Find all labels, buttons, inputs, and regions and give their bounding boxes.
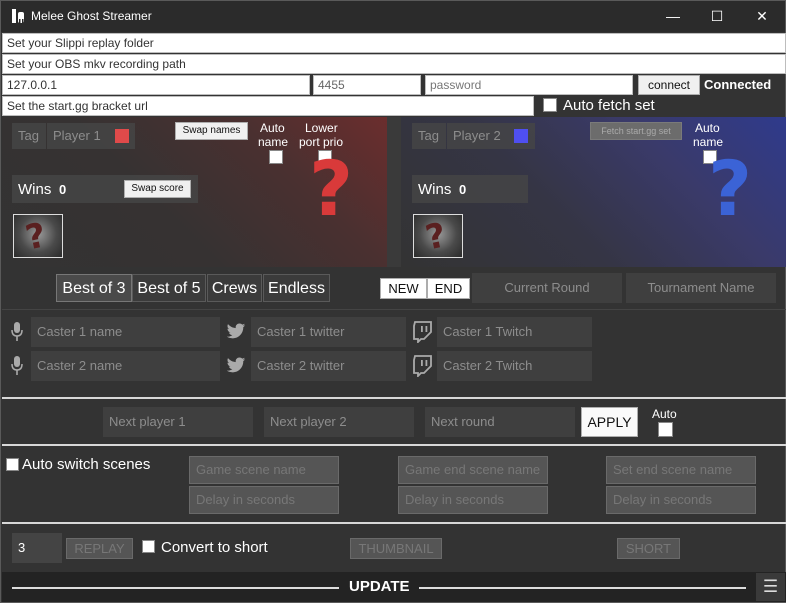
- caster1-twitch-input[interactable]: Caster 1 Twitch: [437, 317, 592, 347]
- window-title: Melee Ghost Streamer: [31, 9, 152, 23]
- tab-endless[interactable]: Endless: [263, 274, 330, 302]
- caster1-name-input[interactable]: Caster 1 name: [31, 317, 220, 347]
- tournament-name-input[interactable]: Tournament Name: [626, 273, 776, 303]
- password-input[interactable]: password: [425, 75, 633, 95]
- section-separator: [2, 397, 786, 399]
- next-round-input[interactable]: Next round: [425, 407, 575, 437]
- microphone-icon: [11, 322, 23, 341]
- game-end-delay-input[interactable]: Delay in seconds: [398, 486, 548, 514]
- convert-short-checkbox[interactable]: [142, 540, 155, 553]
- player2-color-swatch[interactable]: [514, 129, 528, 143]
- minimize-button[interactable]: —: [651, 1, 695, 32]
- player2-character-portrait: ?: [708, 144, 753, 233]
- tab-best-of-5[interactable]: Best of 5: [132, 274, 206, 302]
- end-button[interactable]: END: [427, 278, 470, 299]
- twitch-icon: [413, 321, 432, 343]
- menu-button[interactable]: ☰: [756, 573, 785, 601]
- tab-crews[interactable]: Crews: [207, 274, 262, 302]
- connection-status: Connected: [704, 77, 772, 92]
- update-line-left: [12, 587, 339, 589]
- ip-input[interactable]: 127.0.0.1: [2, 75, 310, 95]
- section-separator: [2, 444, 786, 446]
- app-logo-icon: [12, 9, 24, 23]
- next-player2-input[interactable]: Next player 2: [264, 407, 414, 437]
- apply-button[interactable]: APPLY: [581, 407, 638, 437]
- caster2-twitter-input[interactable]: Caster 2 twitter: [251, 351, 406, 381]
- hamburger-menu-icon: ☰: [762, 577, 779, 596]
- next-auto-checkbox[interactable]: [658, 422, 673, 437]
- player1-tag-input[interactable]: Tag: [12, 123, 46, 149]
- game-scene-input[interactable]: Game scene name: [189, 456, 339, 484]
- update-button[interactable]: UPDATE: [349, 578, 410, 595]
- connect-button[interactable]: connect: [638, 75, 700, 95]
- new-button[interactable]: NEW: [380, 278, 427, 299]
- swap-names-button[interactable]: Swap names: [175, 122, 248, 140]
- title-bar: Melee Ghost Streamer — ☐ ✕: [1, 1, 785, 32]
- set-end-scene-input[interactable]: Set end scene name: [606, 456, 756, 484]
- maximize-button[interactable]: ☐: [695, 1, 739, 32]
- panel-divider: [387, 117, 401, 267]
- player2-character-button[interactable]: ?: [413, 214, 463, 259]
- bracket-url-input[interactable]: Set the start.gg bracket url: [2, 96, 534, 116]
- game-end-scene-input[interactable]: Game end scene name: [398, 456, 548, 484]
- set-end-delay-input[interactable]: Delay in seconds: [606, 486, 756, 514]
- app-window: Melee Ghost Streamer — ☐ ✕ Set your Slip…: [0, 0, 786, 603]
- close-icon: ✕: [756, 8, 768, 24]
- p2-auto-name-label-top: Auto: [695, 121, 720, 135]
- lower-port-label-top: Lower: [305, 121, 338, 135]
- current-round-input[interactable]: Current Round: [472, 273, 622, 303]
- update-line-right: [419, 587, 746, 589]
- close-button[interactable]: ✕: [740, 1, 784, 32]
- player2-character-icon: ?: [422, 215, 450, 259]
- next-player1-input[interactable]: Next player 1: [103, 407, 253, 437]
- twitter-icon: [226, 357, 246, 373]
- microphone-icon: [11, 356, 23, 375]
- caster2-name-input[interactable]: Caster 2 name: [31, 351, 220, 381]
- obs-path-input[interactable]: Set your OBS mkv recording path: [2, 54, 786, 74]
- player1-character-icon: ?: [22, 215, 50, 259]
- thumbnail-button[interactable]: THUMBNAIL: [350, 538, 442, 559]
- section-separator: [2, 522, 786, 524]
- slippi-folder-input[interactable]: Set your Slippi replay folder: [2, 33, 786, 53]
- p1-auto-name-label-top: Auto: [260, 121, 285, 135]
- next-auto-label: Auto: [652, 407, 677, 421]
- twitch-icon: [413, 355, 432, 377]
- game-scene-delay-input[interactable]: Delay in seconds: [189, 486, 339, 514]
- short-button[interactable]: SHORT: [617, 538, 680, 559]
- player1-character-portrait: ?: [309, 144, 354, 233]
- auto-fetch-checkbox[interactable]: [543, 98, 557, 112]
- player1-character-button[interactable]: ?: [13, 214, 63, 259]
- player2-wins-label: Wins: [418, 181, 452, 198]
- minimize-icon: —: [666, 8, 680, 24]
- player1-wins-value[interactable]: 0: [59, 182, 66, 197]
- maximize-icon: ☐: [710, 8, 724, 24]
- player1-wins-label: Wins: [18, 181, 52, 198]
- auto-fetch-label: Auto fetch set: [563, 97, 655, 114]
- player1-color-swatch[interactable]: [115, 129, 129, 143]
- auto-switch-scenes-checkbox[interactable]: [6, 458, 19, 471]
- twitter-icon: [226, 323, 246, 339]
- swap-score-button[interactable]: Swap score: [124, 180, 191, 198]
- p1-auto-name-checkbox[interactable]: [269, 150, 283, 164]
- fetch-startgg-button[interactable]: Fetch start.gg set: [590, 122, 682, 140]
- replay-button[interactable]: REPLAY: [66, 538, 133, 559]
- caster2-twitch-input[interactable]: Caster 2 Twitch: [437, 351, 592, 381]
- tab-best-of-3[interactable]: Best of 3: [56, 274, 132, 302]
- player2-tag-input[interactable]: Tag: [412, 123, 446, 149]
- p1-auto-name-label-bottom: name: [258, 135, 289, 149]
- auto-switch-scenes-label: Auto switch scenes: [22, 456, 151, 473]
- convert-short-label: Convert to short: [161, 539, 268, 556]
- port-input[interactable]: 4455: [313, 75, 421, 95]
- caster1-twitter-input[interactable]: Caster 1 twitter: [251, 317, 406, 347]
- replay-count-input[interactable]: 3: [12, 533, 62, 563]
- player2-wins-value[interactable]: 0: [459, 182, 466, 197]
- casters-divider: [2, 309, 786, 310]
